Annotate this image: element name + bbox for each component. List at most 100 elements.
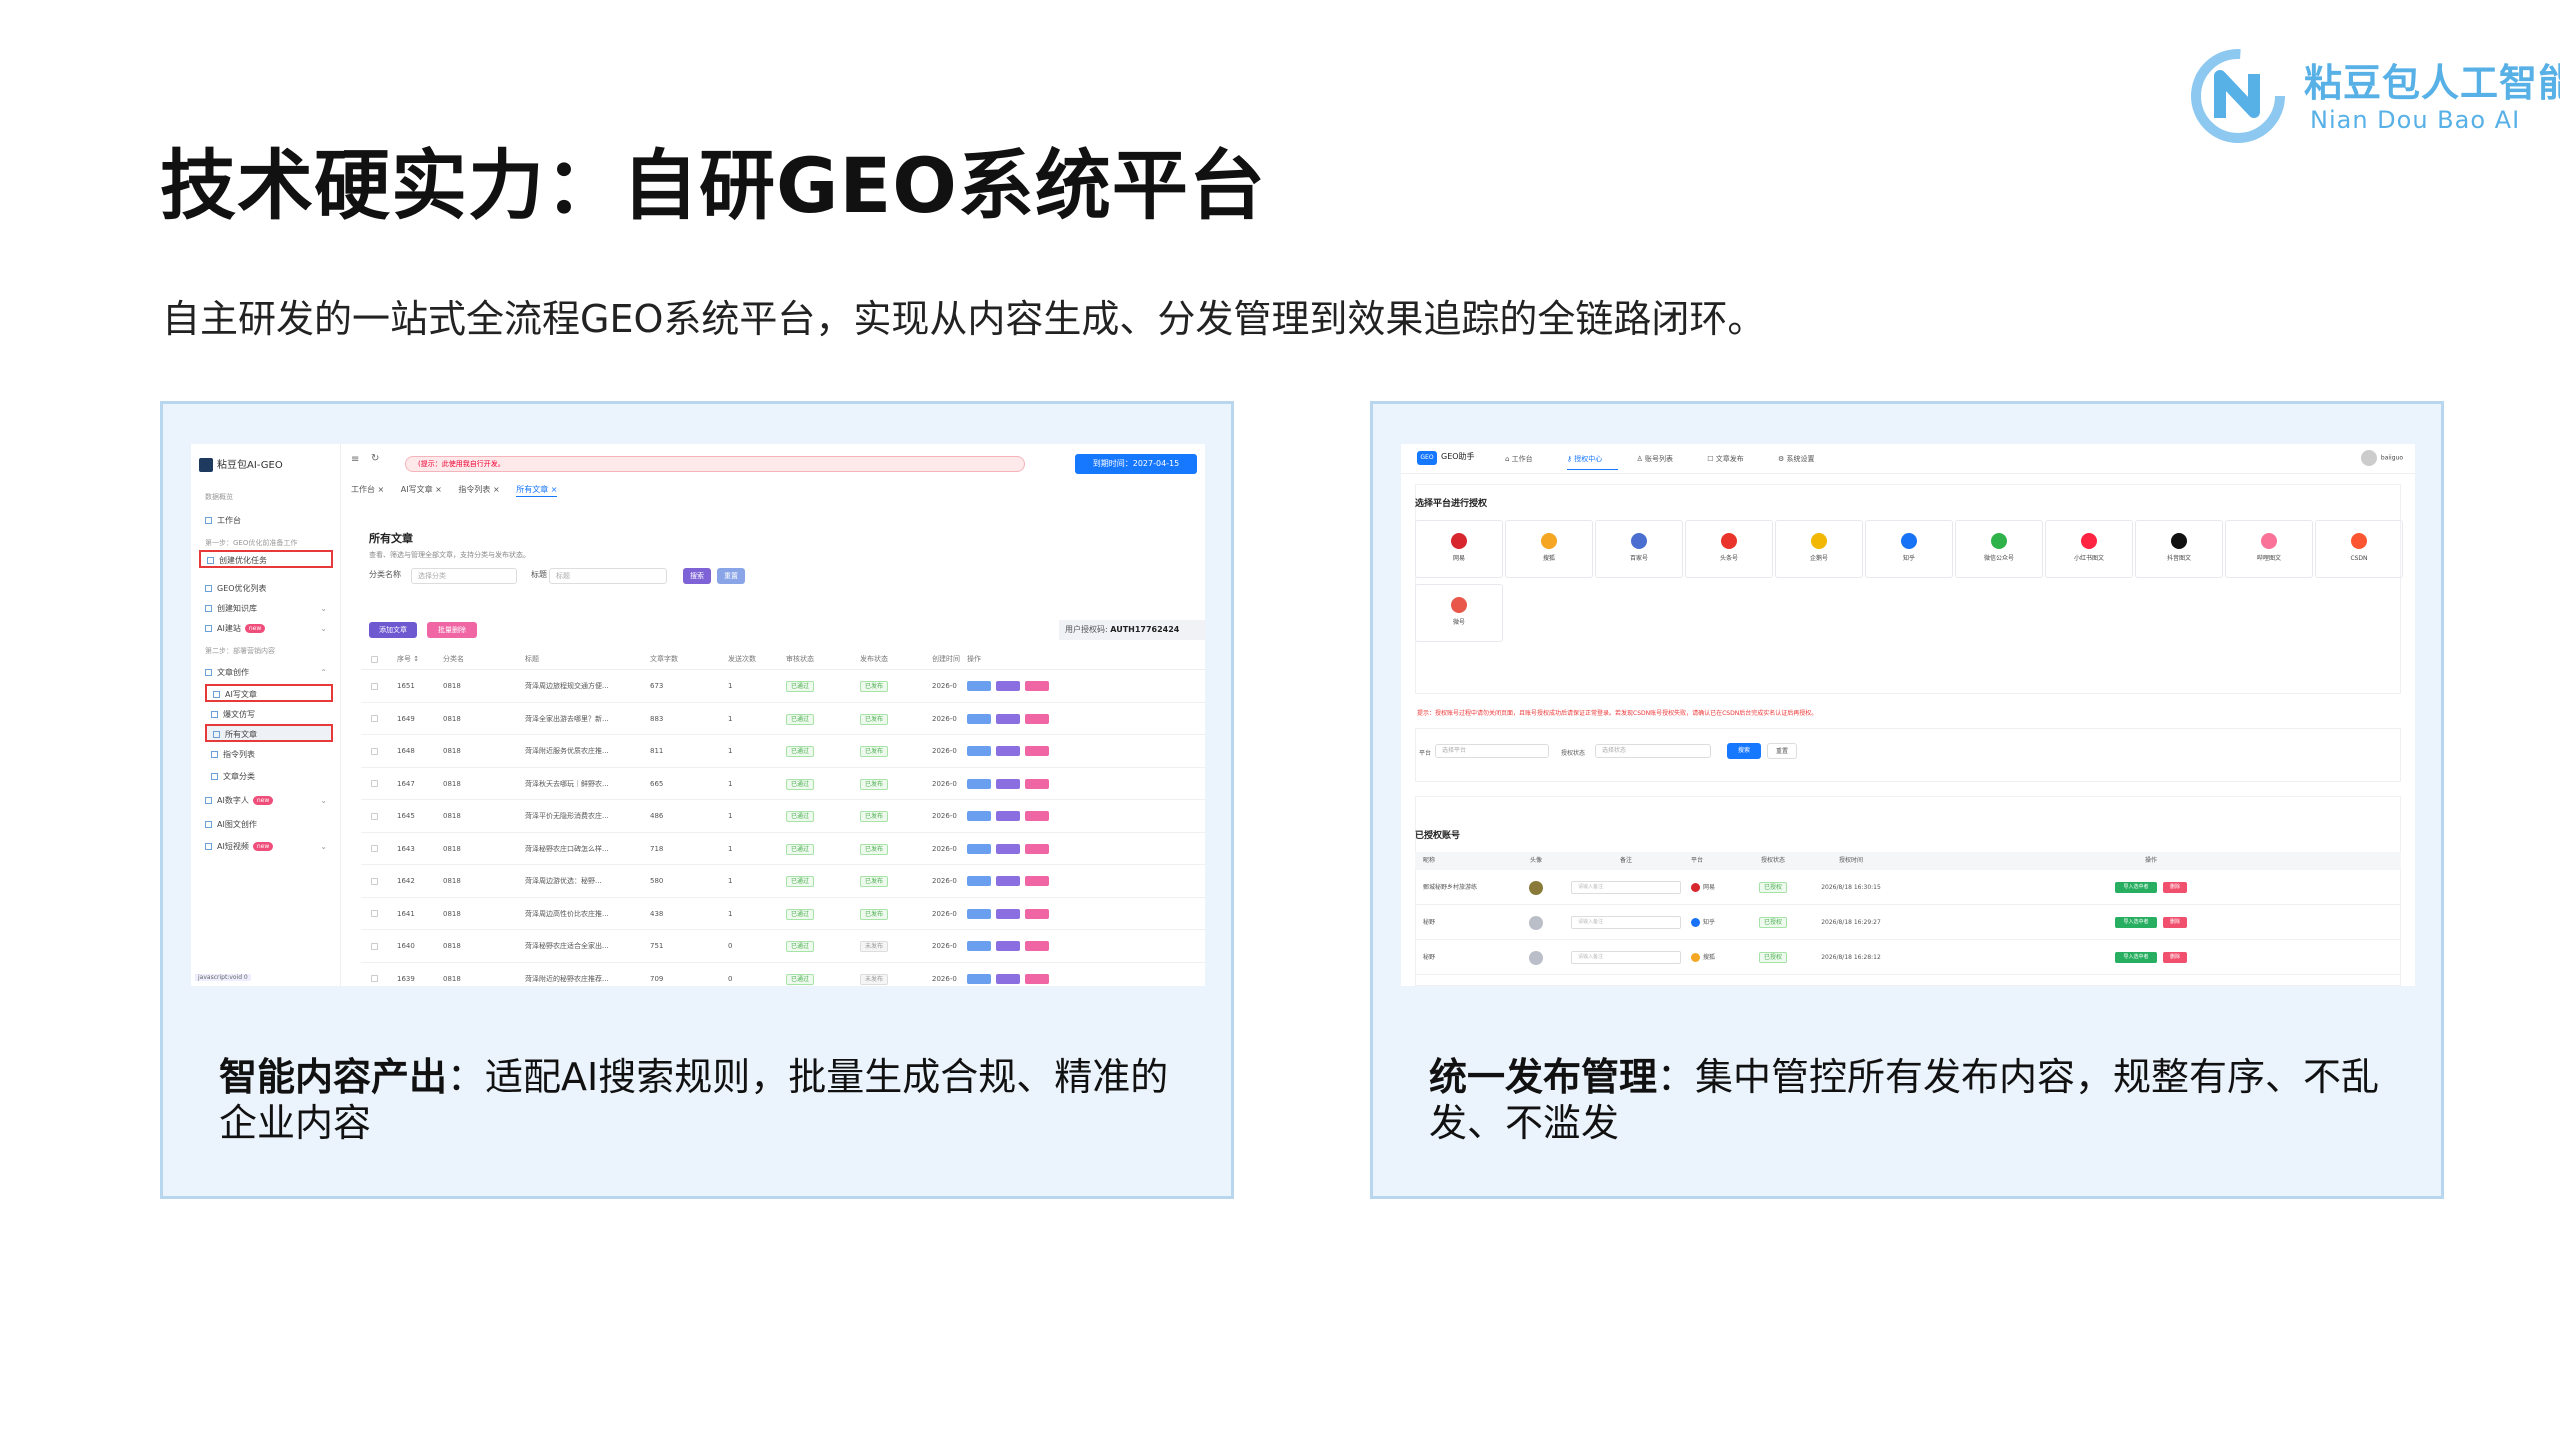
delete-button[interactable]: 删除 [2163, 917, 2187, 928]
sidebar-item[interactable]: AI写文章 [205, 684, 333, 702]
sidebar-item[interactable]: GEO优化列表 [199, 580, 333, 598]
reset-button[interactable]: 重置 [717, 568, 745, 584]
platform-tile[interactable]: 头条号 [1685, 520, 1773, 578]
sidebar-item[interactable]: 创建优化任务 [199, 550, 333, 568]
detail-button[interactable] [996, 908, 1020, 919]
import-button[interactable]: 导入选中者 [2115, 882, 2157, 893]
category-select[interactable]: 选择分类 [411, 568, 517, 584]
delete-button[interactable] [1025, 746, 1049, 756]
edit-button[interactable] [967, 778, 991, 789]
row-checkbox[interactable] [371, 812, 378, 820]
row-checkbox[interactable] [371, 877, 378, 885]
platform-tile[interactable]: 百家号 [1595, 520, 1683, 578]
delete-button[interactable] [1025, 778, 1049, 789]
platform-filter-select[interactable]: 选择平台 [1435, 744, 1549, 758]
edit-button[interactable] [967, 843, 991, 854]
delete-button[interactable] [1025, 681, 1049, 691]
tab-prompt-list[interactable]: 指令列表 × [458, 485, 499, 494]
audit-status-badge: 已通过 [786, 843, 815, 855]
edit-button[interactable] [967, 973, 991, 984]
platform-tile[interactable]: 微信公众号 [1955, 520, 2043, 578]
edit-button[interactable] [967, 908, 991, 919]
tab-workbench[interactable]: 工作台 × [351, 485, 384, 494]
platform-tile[interactable]: 企鹅号 [1775, 520, 1863, 578]
nav-auth-center[interactable]: ⚷ 授权中心 [1566, 455, 1619, 470]
col-id[interactable]: 序号 ↕ [397, 648, 443, 669]
note-input[interactable]: 请输入备注 [1571, 881, 1681, 894]
add-article-button[interactable]: 添加文章 [369, 622, 417, 638]
batch-delete-button[interactable]: 批量删除 [427, 622, 477, 638]
edit-button[interactable] [967, 941, 991, 951]
platform-tile[interactable]: 抖音图文 [2135, 520, 2223, 578]
note-input[interactable]: 请输入备注 [1571, 951, 1681, 964]
import-button[interactable]: 导入选中者 [2115, 917, 2157, 928]
delete-button[interactable] [1025, 843, 1049, 854]
edit-button[interactable] [967, 746, 991, 756]
delete-button[interactable]: 删除 [2163, 952, 2187, 963]
refresh-icon[interactable]: ↻ [371, 453, 379, 464]
status-filter-select[interactable]: 选择状态 [1595, 744, 1711, 758]
edit-button[interactable] [967, 681, 991, 691]
sidebar-item[interactable]: 创建知识库 ⌄ [199, 600, 333, 618]
nav-account-list[interactable]: ♙ 账号列表 [1637, 455, 1690, 463]
row-checkbox[interactable] [371, 780, 378, 787]
detail-button[interactable] [996, 778, 1020, 789]
delete-button[interactable] [1025, 908, 1049, 919]
sidebar-item[interactable]: AI数字人 new ⌄ [199, 792, 333, 810]
delete-button[interactable] [1025, 973, 1049, 984]
delete-button[interactable]: 删除 [2163, 882, 2187, 893]
select-all-checkbox[interactable] [371, 655, 378, 663]
row-checkbox[interactable] [371, 942, 378, 950]
row-checkbox[interactable] [371, 910, 378, 917]
row-checkbox[interactable] [371, 975, 378, 982]
nav-workbench[interactable]: ⌂ 工作台 [1505, 455, 1549, 463]
platform-tile[interactable]: 网易 [1415, 520, 1503, 578]
search-button[interactable]: 搜索 [683, 568, 711, 584]
delete-button[interactable] [1025, 713, 1049, 724]
platform-tile[interactable]: 微号 [1415, 584, 1503, 642]
sidebar-item[interactable]: 文章分类 [205, 768, 333, 786]
tab-all-articles[interactable]: 所有文章 × [516, 485, 558, 497]
row-checkbox[interactable] [371, 715, 378, 722]
nav-settings[interactable]: ⚙ 系统设置 [1778, 455, 1831, 463]
tab-ai-write[interactable]: AI写文章 × [401, 485, 442, 494]
sidebar-item[interactable]: 文章创作 ⌃ [199, 664, 333, 682]
platform-tile[interactable]: 哔哩图文 [2225, 520, 2313, 578]
note-input[interactable]: 请输入备注 [1571, 916, 1681, 929]
sidebar-item[interactable]: AI短视频 new ⌄ [199, 838, 333, 856]
nav-publish[interactable]: ☐ 文章发布 [1707, 455, 1760, 463]
menu-icon[interactable]: ≡ [351, 454, 359, 465]
detail-button[interactable] [996, 746, 1020, 756]
platform-tile[interactable]: 知乎 [1865, 520, 1953, 578]
detail-button[interactable] [996, 973, 1020, 984]
detail-button[interactable] [996, 681, 1020, 691]
edit-button[interactable] [967, 713, 991, 724]
detail-button[interactable] [996, 811, 1020, 821]
sidebar-item[interactable]: AI建站 new ⌄ [199, 620, 333, 638]
delete-button[interactable] [1025, 941, 1049, 951]
detail-button[interactable] [996, 876, 1020, 886]
row-checkbox[interactable] [371, 747, 378, 755]
detail-button[interactable] [996, 843, 1020, 854]
reset-button[interactable]: 重置 [1767, 743, 1797, 759]
sidebar-item[interactable]: 工作台 [199, 512, 333, 530]
delete-button[interactable] [1025, 876, 1049, 886]
sidebar-item[interactable]: 爆文仿写 [205, 706, 333, 724]
sidebar-item[interactable]: 所有文章 [205, 724, 333, 742]
import-button[interactable]: 导入选中者 [2115, 952, 2157, 963]
platform-tile[interactable]: 小红书图文 [2045, 520, 2133, 578]
delete-button[interactable] [1025, 811, 1049, 821]
platform-tile[interactable]: 搜狐 [1505, 520, 1593, 578]
user-menu[interactable]: baiiguo [2360, 450, 2403, 466]
row-checkbox[interactable] [371, 682, 378, 690]
sidebar-item[interactable]: 指令列表 [205, 746, 333, 764]
row-checkbox[interactable] [371, 845, 378, 852]
title-input[interactable]: 标题 [549, 568, 667, 584]
edit-button[interactable] [967, 876, 991, 886]
platform-tile[interactable]: CSDN [2315, 520, 2403, 578]
edit-button[interactable] [967, 811, 991, 821]
sidebar-item[interactable]: AI图文创作 [199, 816, 333, 834]
detail-button[interactable] [996, 713, 1020, 724]
search-button[interactable]: 搜索 [1727, 743, 1761, 759]
detail-button[interactable] [996, 941, 1020, 951]
